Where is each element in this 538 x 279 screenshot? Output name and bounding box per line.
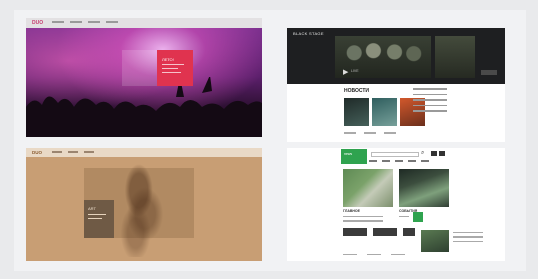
sidebar-links — [413, 88, 447, 116]
promo-text-line — [162, 64, 184, 65]
overlay-panel — [122, 50, 160, 86]
dark-news-site-preview[interactable]: BLACK STAGE ▶ LIVE НОВОСТИ — [287, 28, 505, 142]
story-line[interactable] — [453, 236, 483, 238]
promo-card[interactable]: ЛЕТО! — [157, 50, 193, 86]
sketch-artwork — [110, 162, 174, 257]
tag-chips — [343, 228, 415, 236]
header-button[interactable] — [439, 151, 445, 156]
search-icon[interactable]: ⌕ — [421, 150, 424, 157]
footer-link[interactable] — [364, 132, 376, 134]
green-news-site-preview[interactable]: news ⌕ ГЛАВНОЕ СОБЫТИЯ — [287, 148, 505, 261]
sidebar-link[interactable] — [413, 88, 447, 90]
nav-item[interactable] — [106, 21, 118, 23]
footer-links — [343, 254, 405, 256]
nav-item[interactable] — [52, 151, 62, 153]
story-text — [453, 232, 483, 245]
article-thumbnail[interactable] — [344, 98, 369, 126]
footer-link[interactable] — [344, 132, 356, 134]
play-icon[interactable]: ▶ — [343, 68, 348, 76]
nav-item[interactable] — [68, 151, 78, 153]
hero-button[interactable] — [481, 70, 497, 75]
nav-item[interactable] — [88, 21, 100, 23]
header-button[interactable] — [431, 151, 437, 156]
story-line[interactable] — [343, 220, 383, 222]
sidebar-link[interactable] — [413, 104, 447, 106]
story-text — [399, 216, 409, 220]
search-input[interactable] — [371, 152, 419, 157]
lead-story-image[interactable] — [343, 169, 393, 207]
tag-chip[interactable] — [373, 228, 397, 236]
site-logo[interactable]: BLACK STAGE — [293, 31, 324, 36]
article-thumbnail[interactable] — [372, 98, 397, 126]
tag-chip[interactable] — [403, 228, 415, 236]
section-heading: НОВОСТИ — [344, 88, 370, 94]
second-story-image[interactable] — [399, 169, 449, 207]
footer-link[interactable] — [384, 132, 396, 134]
site-logo[interactable]: DUO — [32, 20, 43, 26]
nav-item[interactable] — [421, 160, 429, 162]
nav-item[interactable] — [70, 21, 82, 23]
site-header: DUO — [26, 18, 262, 28]
main-nav — [52, 151, 94, 153]
footer-link[interactable] — [343, 254, 357, 256]
story-thumbnail[interactable] — [421, 230, 449, 252]
section-caption: ГЛАВНОЕ — [343, 209, 360, 213]
site-header: DUO — [26, 148, 262, 157]
story-line[interactable] — [343, 216, 383, 218]
story-line[interactable] — [399, 216, 409, 218]
site-logo[interactable]: DUO — [32, 150, 42, 155]
nav-item[interactable] — [395, 160, 403, 162]
sidebar-link[interactable] — [413, 93, 447, 95]
promo-text-line — [162, 68, 178, 69]
sidebar-link[interactable] — [413, 99, 447, 101]
feature-card[interactable]: ART — [84, 200, 114, 238]
nav-item[interactable] — [382, 160, 390, 162]
green-badge — [413, 212, 423, 222]
band-photo[interactable] — [335, 36, 431, 78]
feature-text-line — [88, 214, 106, 216]
footer-link[interactable] — [367, 254, 381, 256]
main-nav — [52, 21, 118, 23]
story-text — [343, 216, 383, 225]
site-logo: news — [344, 152, 353, 156]
promo-card-title: ЛЕТО! — [162, 57, 174, 62]
feature-text-line — [88, 218, 102, 220]
nav-item[interactable] — [84, 151, 94, 153]
sidebar-link[interactable] — [413, 110, 447, 112]
footer-links — [344, 132, 396, 134]
header-buttons — [431, 151, 445, 156]
site-hero-band: BLACK STAGE ▶ LIVE — [287, 28, 505, 84]
concert-site-preview[interactable]: DUO ЛЕТО! — [26, 18, 262, 137]
nav-item[interactable] — [408, 160, 416, 162]
band-photo-secondary[interactable] — [435, 36, 475, 78]
main-nav — [369, 160, 429, 162]
feature-card-title: ART — [88, 206, 96, 211]
promo-text-line — [162, 72, 181, 73]
nav-item[interactable] — [52, 21, 64, 23]
nav-item[interactable] — [369, 160, 377, 162]
story-line[interactable] — [453, 232, 483, 234]
sepia-art-site-preview[interactable]: DUO ART — [26, 148, 262, 261]
crowd-silhouette — [26, 77, 262, 137]
hero-tag: LIVE — [351, 69, 359, 73]
footer-link[interactable] — [391, 254, 405, 256]
tag-chip[interactable] — [343, 228, 367, 236]
story-line[interactable] — [453, 240, 483, 242]
site-logo-block[interactable]: news — [341, 149, 367, 164]
